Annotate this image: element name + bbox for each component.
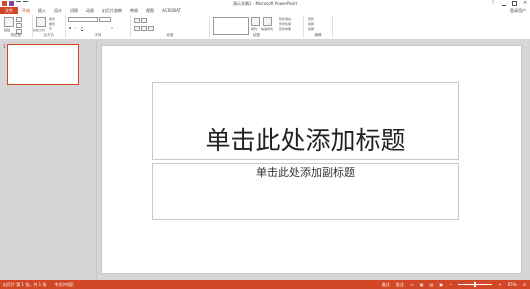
account-name[interactable]: 登录用户 (510, 7, 526, 14)
font-color-button[interactable]: A (111, 26, 113, 30)
group-label-editing: 编辑 (314, 33, 322, 37)
group-label-slides: 幻灯片 (43, 33, 55, 37)
quick-styles-label: 快速样式 (261, 27, 274, 31)
thumbnail-number: 1 (3, 44, 6, 49)
section-button[interactable]: 节 (49, 27, 52, 31)
new-slide-icon[interactable] (36, 17, 46, 27)
reading-view-icon[interactable]: ▤ (429, 280, 433, 289)
underline-button[interactable]: U (81, 26, 83, 30)
notes-button[interactable]: 备注 (382, 280, 390, 289)
slide-thumbnail-1[interactable] (7, 44, 79, 85)
paste-label: 粘贴 (4, 28, 11, 32)
group-clipboard: 粘贴 剪贴板 (0, 15, 33, 38)
maximize-button[interactable] (512, 1, 517, 6)
group-label-drawing: 绘图 (253, 33, 260, 37)
copy-icon[interactable] (16, 23, 22, 28)
zoom-slider[interactable] (458, 282, 493, 287)
tab-design[interactable]: 设计 (50, 7, 66, 14)
zoom-in-button[interactable]: + (498, 280, 501, 289)
normal-view-icon[interactable]: ▭ (410, 280, 414, 289)
group-paragraph: 段落 (131, 15, 210, 38)
tab-review[interactable]: 审阅 (126, 7, 142, 14)
group-editing: 查找 替换 选择 编辑 (304, 15, 333, 38)
tab-insert[interactable]: 插入 (34, 7, 50, 14)
slideshow-icon[interactable]: ▣ (439, 280, 443, 289)
language-indicator[interactable]: 中文(中国) (54, 280, 73, 289)
font-size-dropdown[interactable] (99, 17, 111, 22)
italic-button[interactable]: I (75, 26, 76, 30)
arrange-label: 排列 (251, 27, 258, 31)
slide-info: 幻灯片 第 1 张，共 1 张 (3, 282, 47, 287)
new-slide-label: 新建幻灯片 (33, 29, 46, 32)
status-bar: 幻灯片 第 1 张，共 1 张 中文(中国) 备注 批注 ▭ ▦ ▤ ▣ − +… (0, 280, 530, 289)
find-button[interactable]: 查找 (308, 17, 314, 21)
tab-file[interactable]: 文件 (0, 7, 18, 14)
paste-icon[interactable] (4, 17, 14, 27)
group-slides: 新建幻灯片 版式 重置 节 幻灯片 (33, 15, 66, 38)
arrange-icon[interactable] (251, 17, 260, 26)
align-right-icon[interactable] (148, 26, 154, 31)
window-controls: ? × (492, 1, 527, 6)
align-left-icon[interactable] (134, 26, 140, 31)
quick-styles-icon[interactable] (263, 17, 272, 26)
title-placeholder-text: 单击此处添加标题 (205, 126, 406, 155)
tab-slideshow[interactable]: 幻灯片放映 (98, 7, 126, 14)
slide-sorter-icon[interactable]: ▦ (420, 280, 424, 289)
reset-button[interactable]: 重置 (49, 22, 55, 26)
fit-to-window-icon[interactable]: ⊡ (523, 280, 526, 289)
shape-fill-button[interactable]: 形状填充 (279, 17, 291, 21)
group-label-clipboard: 剪贴板 (10, 33, 22, 37)
layout-button[interactable]: 版式 (49, 17, 55, 21)
bold-button[interactable]: B (69, 26, 71, 30)
help-icon[interactable]: ? (492, 1, 496, 5)
font-name-dropdown[interactable] (68, 17, 98, 22)
subtitle-placeholder[interactable]: 单击此处添加副标题 (152, 163, 459, 220)
shape-outline-button[interactable]: 形状轮廓 (279, 22, 291, 26)
ribbon-tabs: 文件 开始 插入 设计 切换 动画 幻灯片放映 审阅 视图 ACROBAT (0, 7, 530, 14)
tab-animations[interactable]: 动画 (82, 7, 98, 14)
zoom-out-button[interactable]: − (449, 280, 452, 289)
cut-icon[interactable] (16, 17, 22, 22)
select-button[interactable]: 选择 (308, 27, 314, 31)
group-drawing: 排列 快速样式 形状填充 形状轮廓 形状效果 绘图 (210, 15, 304, 38)
title-placeholder[interactable]: 单击此处添加标题 (152, 82, 459, 160)
close-button[interactable]: × (523, 1, 527, 6)
align-center-icon[interactable] (141, 26, 147, 31)
group-label-font: 字体 (94, 33, 102, 37)
tab-transitions[interactable]: 切换 (66, 7, 82, 14)
pane-divider[interactable] (96, 40, 97, 280)
minimize-button[interactable] (502, 1, 506, 6)
numbering-icon[interactable] (141, 18, 147, 23)
comments-button[interactable]: 批注 (396, 280, 404, 289)
tab-acrobat[interactable]: ACROBAT (158, 7, 185, 14)
ribbon: 粘贴 剪贴板 新建幻灯片 版式 重置 节 幻灯片 B I U A 字体 段落 排… (0, 14, 530, 40)
replace-button[interactable]: 替换 (308, 22, 314, 26)
zoom-level[interactable]: 65% (508, 280, 517, 289)
group-font: B I U A 字体 (66, 15, 131, 38)
zoom-slider-thumb[interactable] (474, 282, 477, 287)
tab-home[interactable]: 开始 (18, 7, 34, 14)
bullets-icon[interactable] (134, 18, 140, 23)
shape-effects-button[interactable]: 形状效果 (279, 27, 291, 31)
subtitle-placeholder-text: 单击此处添加副标题 (256, 166, 355, 179)
window-title: 演示文稿1 - Microsoft PowerPoint (232, 1, 298, 6)
group-label-paragraph: 段落 (166, 33, 174, 37)
tab-view[interactable]: 视图 (142, 7, 158, 14)
